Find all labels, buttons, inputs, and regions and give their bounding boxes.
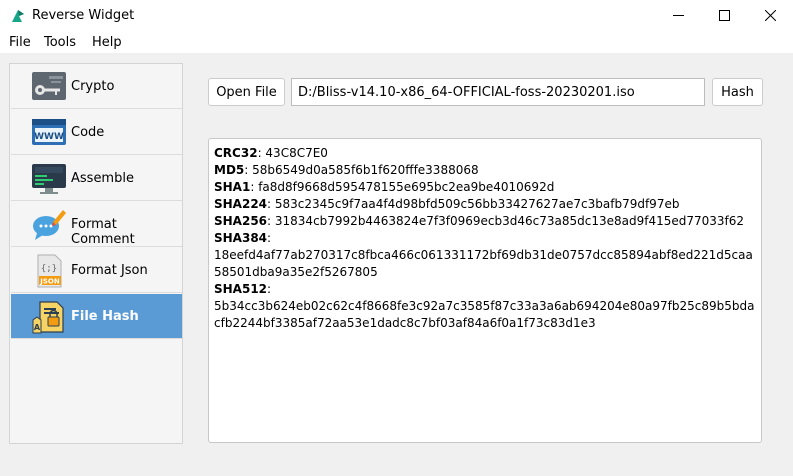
hash-button[interactable]: Hash (712, 78, 763, 106)
hash-key: SHA384 (214, 231, 268, 245)
hash-key: SHA224 (214, 197, 268, 211)
sidebar-item-assemble[interactable]: Assemble (11, 156, 182, 201)
hash-key: MD5 (214, 163, 245, 177)
svg-text:A: A (34, 323, 41, 332)
sidebar-item-format-comment[interactable]: Format Comment (11, 202, 182, 247)
minimize-button[interactable] (655, 0, 701, 31)
app-logo-icon (12, 10, 24, 22)
sidebar-item-label: Code (71, 125, 105, 140)
hash-value: 43C8C7E0 (265, 146, 328, 160)
speech-bubble-pencil-icon (33, 210, 66, 240)
file-path-input[interactable]: D:/Bliss-v14.10-x86_64-OFFICIAL-foss-202… (291, 78, 705, 106)
open-file-button[interactable]: Open File (208, 78, 285, 106)
hash-value: 583c2345c9f7aa4f4d98bfd509c56bb33427627a… (274, 197, 680, 211)
sidebar-item-label: Format Json (71, 263, 148, 278)
hash-row-crc32: CRC32: 43C8C7E0 (214, 146, 328, 160)
sidebar-item-label: File Hash (71, 309, 139, 324)
hash-key: SHA512 (214, 282, 268, 296)
sidebar: Crypto WWW Code Assemble Format Comment … (9, 63, 183, 444)
sidebar-item-label: Assemble (71, 171, 134, 186)
sidebar-item-file-hash[interactable]: A File Hash (11, 294, 182, 339)
hash-value: 18eefd4af77ab270317c8fbca466c061331172bf… (214, 248, 753, 279)
svg-text:JSON: JSON (39, 278, 60, 286)
svg-text:{;}: {;} (41, 264, 57, 274)
sidebar-item-crypto[interactable]: Crypto (11, 64, 182, 109)
hash-output-area[interactable]: CRC32: 43C8C7E0 MD5: 58b6549d0a585f6b1f6… (208, 138, 762, 443)
menu-file[interactable]: File (9, 35, 31, 50)
maximize-button[interactable] (701, 0, 747, 31)
hash-row-sha1: SHA1: fa8d8f9668d595478155e695bc2ea9be40… (214, 180, 555, 194)
hash-row-sha384: SHA384: 18eefd4af77ab270317c8fbca466c0613… (214, 231, 753, 279)
hash-key: SHA256 (214, 214, 268, 228)
hash-key: SHA1 (214, 180, 251, 194)
hash-row-sha256: SHA256: 31834cb7992b4463824e7f3f0969ecb3… (214, 214, 745, 228)
file-lock-icon: A (32, 301, 64, 334)
menu-bar: File Tools Help (0, 31, 793, 53)
json-file-icon: {;} JSON (37, 254, 62, 288)
menu-tools[interactable]: Tools (44, 35, 76, 50)
hash-value: 58b6549d0a585f6b1f620fffe3388068 (252, 163, 479, 177)
hash-key: CRC32 (214, 146, 258, 160)
close-icon (764, 10, 776, 21)
hash-value: 31834cb7992b4463824e7f3f0969ecb3d46c73a8… (274, 214, 745, 228)
close-button[interactable] (747, 0, 793, 31)
hash-row-sha512: SHA512: 5b34cc3b624eb02c62c4f8668fe3c92a7… (214, 282, 755, 330)
www-code-icon: WWW (32, 119, 66, 145)
hash-value: 5b34cc3b624eb02c62c4f8668fe3c92a7c3585f8… (214, 299, 755, 330)
svg-text:WWW: WWW (34, 132, 64, 142)
maximize-icon (718, 10, 730, 21)
sidebar-item-label: Format Comment (71, 217, 135, 247)
sidebar-item-code[interactable]: WWW Code (11, 110, 182, 155)
sidebar-item-label: Crypto (71, 79, 115, 94)
hash-row-md5: MD5: 58b6549d0a585f6b1f620fffe3388068 (214, 163, 479, 177)
hash-value: fa8d8f9668d595478155e695bc2ea9be4010692d (258, 180, 555, 194)
window-title: Reverse Widget (32, 8, 135, 23)
minimize-icon (672, 15, 684, 16)
menu-help[interactable]: Help (92, 35, 122, 50)
hash-row-sha224: SHA224: 583c2345c9f7aa4f4d98bfd509c56bb3… (214, 197, 680, 211)
title-bar: Reverse Widget (0, 0, 793, 31)
binary-monitor-icon (32, 164, 66, 194)
crypto-key-icon (32, 72, 66, 100)
sidebar-item-format-json[interactable]: {;} JSON Format Json (11, 248, 182, 293)
